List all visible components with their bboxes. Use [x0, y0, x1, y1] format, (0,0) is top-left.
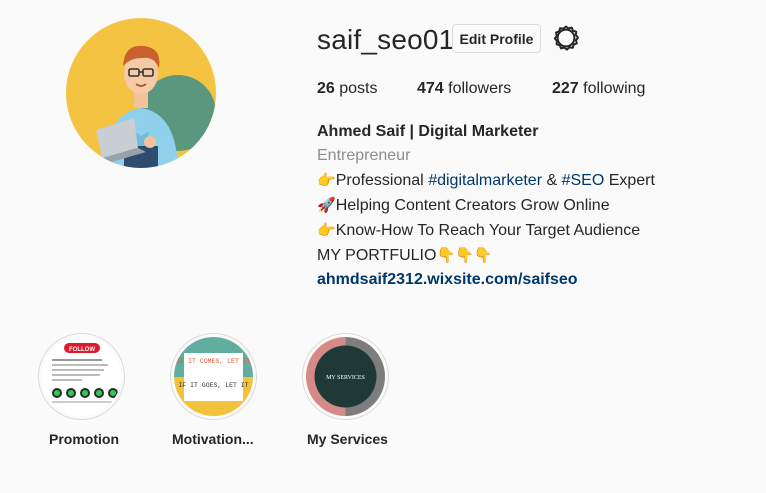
website-link[interactable]: ahmdsaif2312.wixsite.com/saifseo: [317, 271, 578, 288]
highlight-cover: MY SERVICES: [306, 337, 385, 416]
highlight-label: Promotion: [49, 431, 119, 447]
bio-line-1: 👉Professional #digitalmarketer & #SEO Ex…: [317, 168, 655, 193]
posts-count: 26: [317, 80, 335, 97]
highlight-my-services[interactable]: MY SERVICES My Services: [302, 333, 434, 447]
avatar-illustration: [66, 18, 216, 168]
bio-text: Helping Content Creators Grow Online: [335, 197, 610, 214]
cover-text-bottom: IF IT GOES, LET IT: [178, 382, 248, 389]
bio-line-3: 👉Know-How To Reach Your Target Audience: [317, 218, 655, 243]
bio-text: Professional: [335, 172, 429, 189]
category-label: Entrepreneur: [317, 147, 411, 164]
cover-text-top: IF IT COMES, LET IT: [176, 358, 250, 365]
profile-bio: Ahmed Saif | Digital Marketer Entreprene…: [317, 120, 655, 292]
followers-stat[interactable]: 474 followers: [417, 79, 552, 99]
edit-profile-button[interactable]: Edit Profile: [452, 24, 541, 53]
bio-text: Expert: [604, 172, 655, 189]
posts-stat: 26 posts: [317, 79, 417, 99]
pointing-hand-icon: 👉: [317, 221, 336, 239]
highlight-ring: MY SERVICES: [302, 333, 389, 420]
gear-icon[interactable]: [552, 24, 580, 52]
hashtag-link[interactable]: #SEO: [562, 172, 605, 189]
highlight-ring: IF IT COMES, LET IT IF IT GOES, LET IT: [170, 333, 257, 420]
bio-text: Know-How To Reach Your Target Audience: [335, 222, 641, 239]
display-name: Ahmed Saif | Digital Marketer: [317, 123, 539, 140]
following-label: following: [583, 80, 646, 97]
bio-line-4: MY PORTFULIO👇👇👇: [317, 243, 655, 268]
services-cover-text: MY SERVICES: [326, 375, 365, 381]
profile-stats: 26 posts 474 followers 227 following: [317, 79, 645, 99]
following-count: 227: [552, 80, 579, 97]
followers-count: 474: [417, 80, 444, 97]
posts-label: posts: [339, 80, 378, 97]
following-stat[interactable]: 227 following: [552, 79, 645, 99]
followers-label: followers: [448, 80, 512, 97]
highlight-cover: IF IT COMES, LET IT IF IT GOES, LET IT: [174, 337, 253, 416]
highlight-cover: FOLLOW: [42, 337, 121, 416]
pointing-hand-icon: 👉: [317, 171, 336, 189]
username: saif_seo01: [317, 24, 455, 55]
highlight-motivation[interactable]: IF IT COMES, LET IT IF IT GOES, LET IT M…: [170, 333, 302, 447]
follow-badge: FOLLOW: [69, 347, 95, 353]
pointing-down-icon: 👇👇👇: [436, 246, 493, 264]
highlight-label: My Services: [307, 431, 388, 447]
profile-avatar[interactable]: [66, 18, 216, 168]
rocket-icon: 🚀: [317, 196, 336, 214]
story-highlights: FOLLOW Promotion IF IT COMES, LET IT IF …: [38, 333, 434, 447]
highlight-promotion[interactable]: FOLLOW Promotion: [38, 333, 170, 447]
bio-text: MY PORTFULIO: [317, 247, 437, 264]
bio-text: &: [542, 172, 562, 189]
highlight-label: Motivation...: [172, 431, 254, 447]
bio-line-2: 🚀Helping Content Creators Grow Online: [317, 193, 655, 218]
highlight-ring: FOLLOW: [38, 333, 125, 420]
hashtag-link[interactable]: #digitalmarketer: [428, 172, 542, 189]
